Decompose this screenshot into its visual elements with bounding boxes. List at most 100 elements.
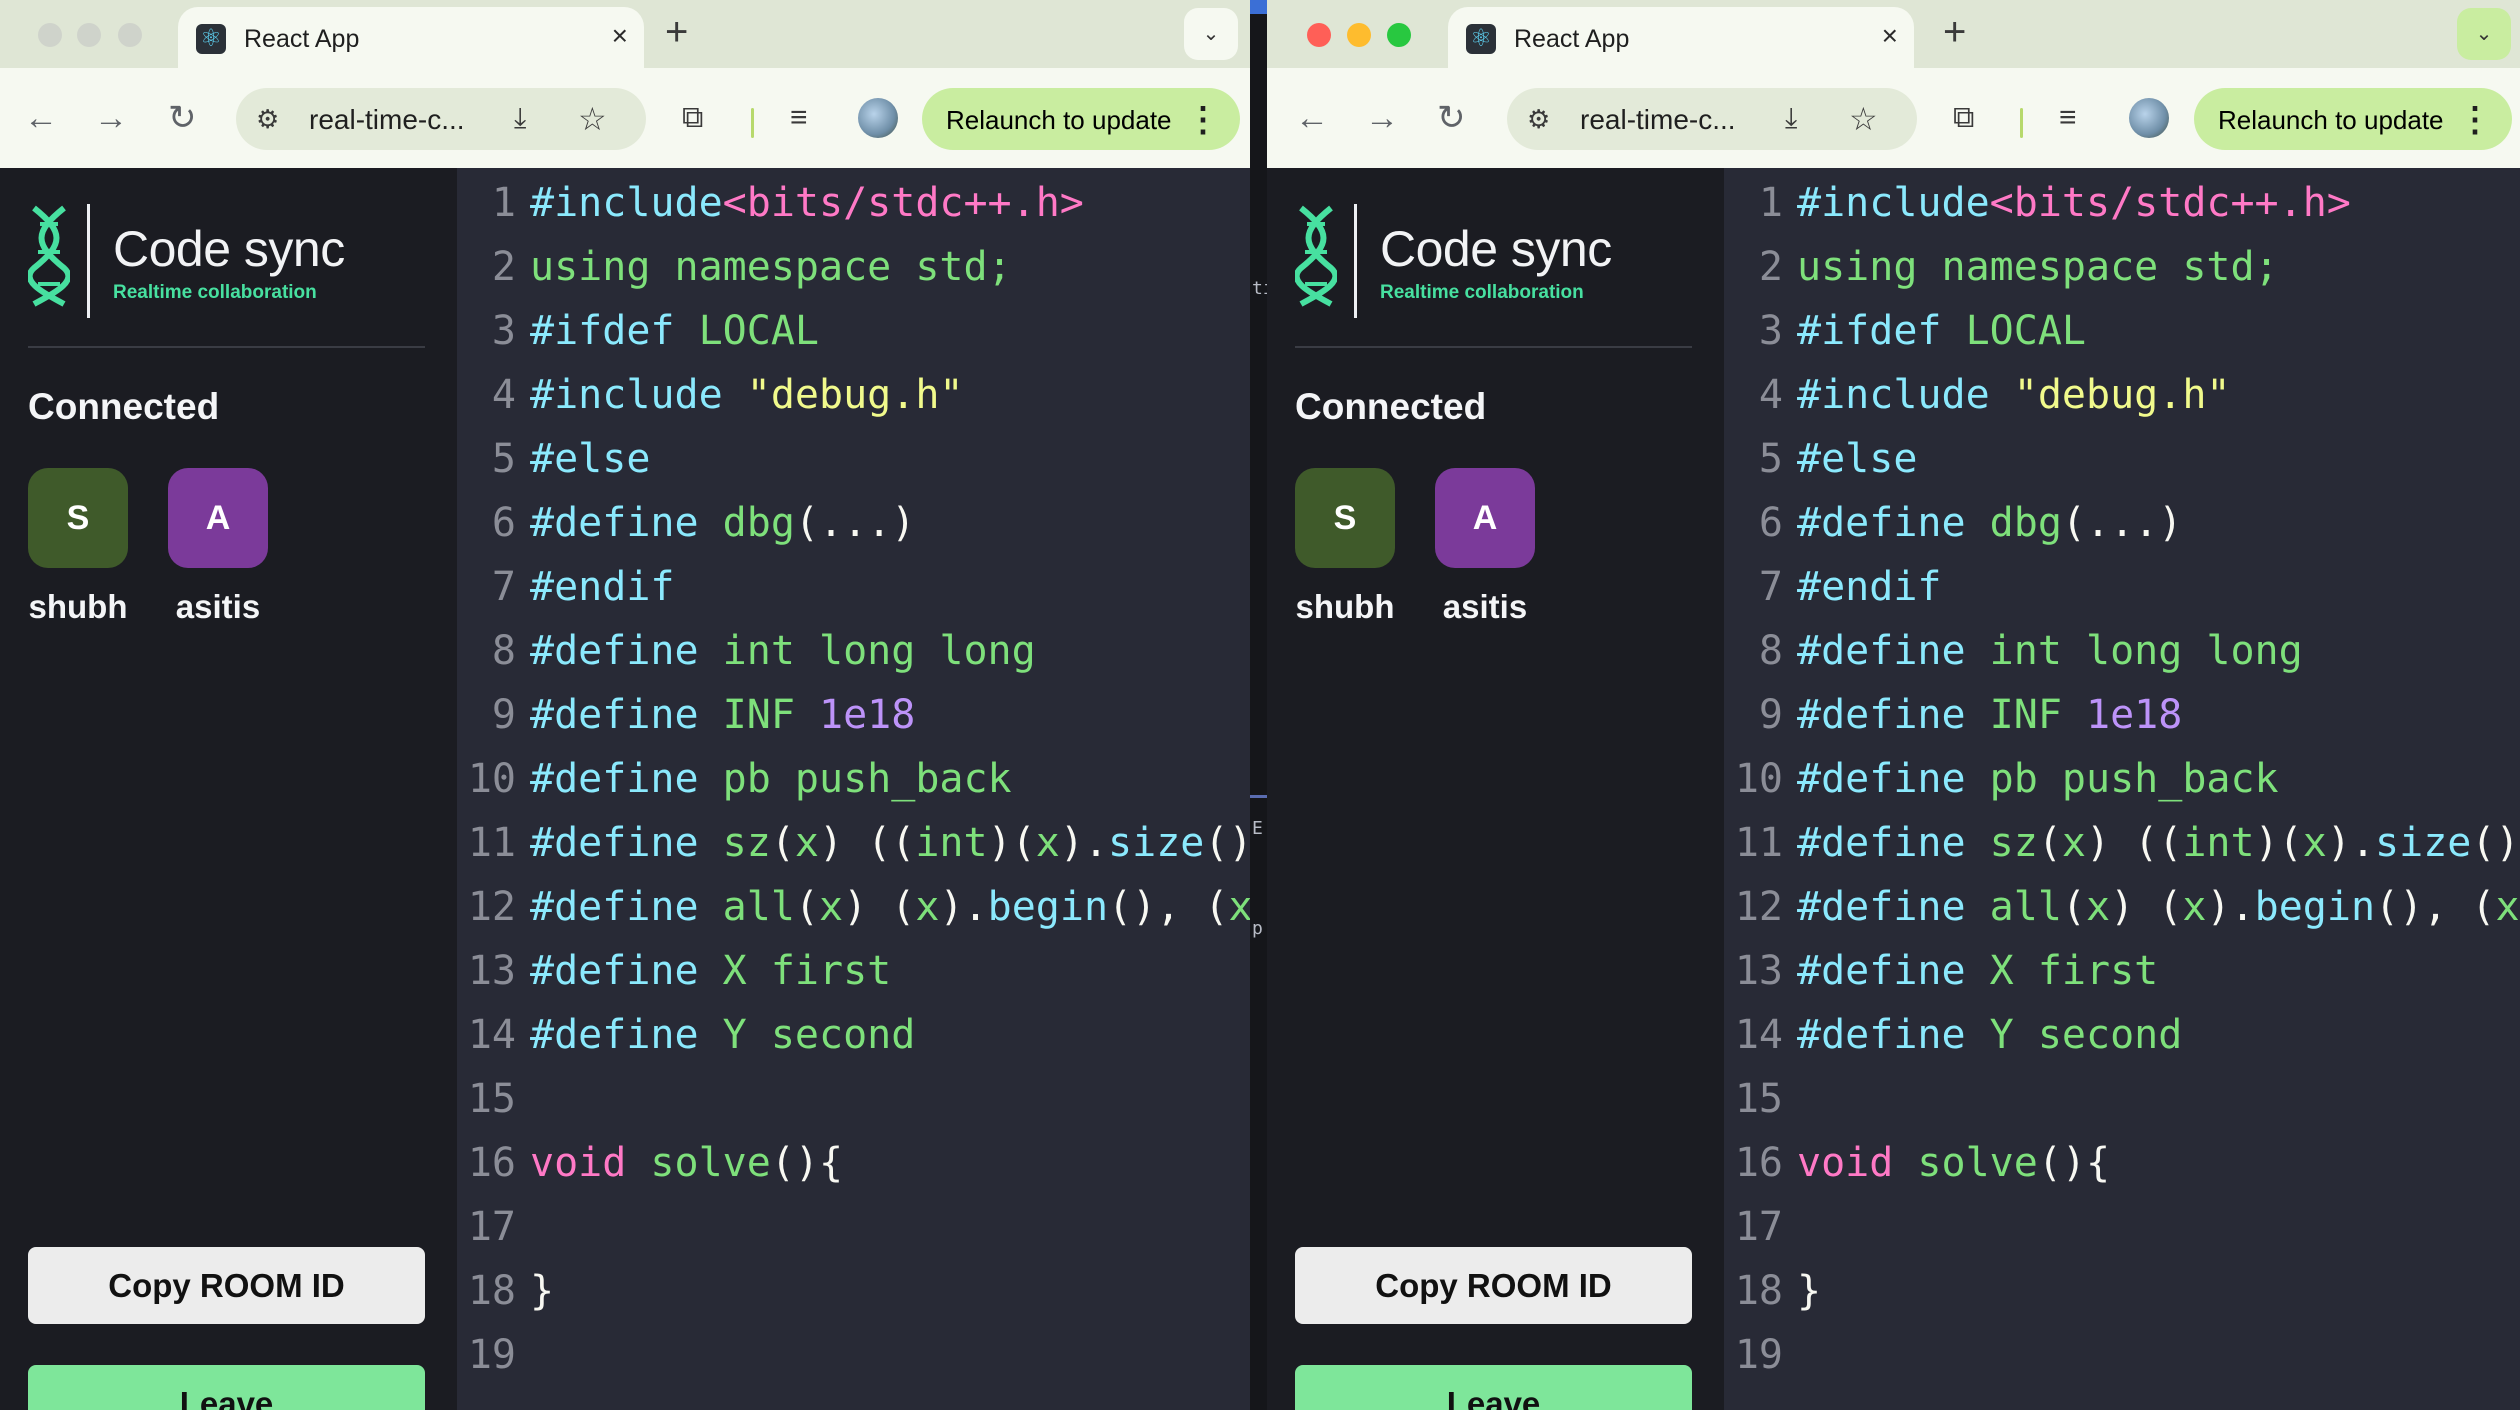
code-token: int: [915, 820, 988, 866]
sidebar: Code sync Realtime collaboration Connect…: [0, 168, 457, 1410]
code-token: ).: [2326, 820, 2376, 866]
relaunch-button[interactable]: Relaunch to update ⋮: [922, 88, 1240, 150]
site-settings-icon[interactable]: ⚙: [256, 104, 279, 135]
code-token: 1e18: [818, 692, 916, 738]
code-token: #define: [1797, 500, 1990, 546]
new-tab-icon[interactable]: +: [665, 10, 688, 55]
profile-avatar[interactable]: [858, 98, 898, 138]
close-window-icon[interactable]: [38, 23, 62, 47]
browser-window-right: ⚛ React App × + ⌄ ← → ↻ ⚙ real-time-c...…: [1267, 0, 2520, 1410]
more-menu-icon[interactable]: ⋮: [1186, 100, 1220, 140]
close-tab-icon[interactable]: ×: [1882, 20, 1898, 52]
line-number: 19: [467, 1332, 516, 1378]
line-number: 10: [1734, 756, 1783, 802]
leave-button[interactable]: Leave: [28, 1365, 425, 1410]
relaunch-button[interactable]: Relaunch to update ⋮: [2194, 88, 2512, 150]
install-app-icon[interactable]: ⤓: [514, 102, 526, 135]
code-token: x: [2495, 884, 2520, 930]
forward-icon[interactable]: →: [1365, 100, 1399, 136]
install-app-icon[interactable]: ⤓: [1785, 102, 1797, 135]
copy-room-id-button[interactable]: Copy ROOM ID: [28, 1247, 425, 1324]
code-text: #define INF 1e18: [530, 692, 915, 738]
line-number: 4: [491, 372, 516, 418]
line-number: 11: [1734, 820, 1783, 866]
address-bar[interactable]: ⚙ real-time-c... ⤓ ☆: [1507, 88, 1917, 150]
toolbar-divider: [2020, 108, 2023, 138]
code-token: begin: [2254, 884, 2376, 930]
tab-strip: ⚛ React App × + ⌄: [1267, 0, 2520, 68]
media-control-icon[interactable]: ≡: [790, 101, 808, 135]
extensions-icon[interactable]: ⧉: [1953, 101, 1974, 135]
code-text: }: [530, 1268, 554, 1314]
code-token: Y second: [722, 1012, 916, 1058]
minimize-window-icon[interactable]: [77, 23, 101, 47]
code-token: INF: [1989, 692, 2086, 738]
zoom-window-icon[interactable]: [118, 23, 142, 47]
app-logo: Code sync Realtime collaboration: [1295, 204, 1695, 324]
back-icon[interactable]: ←: [1295, 100, 1329, 136]
code-text: #ifdef LOCAL: [530, 308, 819, 354]
connected-heading: Connected: [1295, 386, 1487, 427]
code-token: #ifdef: [530, 308, 675, 354]
code-token: #define: [530, 820, 723, 866]
code-token: #include: [530, 180, 723, 226]
media-control-icon[interactable]: ≡: [2059, 101, 2077, 135]
code-token: ).: [1059, 820, 1109, 866]
copy-room-id-button[interactable]: Copy ROOM ID: [1295, 1247, 1692, 1324]
line-number: 8: [491, 628, 516, 674]
site-settings-icon[interactable]: ⚙: [1527, 104, 1550, 135]
code-token: sz: [722, 820, 771, 866]
code-token: solve: [650, 1140, 771, 1186]
code-token: #define: [1797, 884, 1990, 930]
more-menu-icon[interactable]: ⋮: [2458, 100, 2492, 140]
back-icon[interactable]: ←: [24, 100, 58, 136]
sidebar: Code sync Realtime collaboration Connect…: [1267, 168, 1724, 1410]
code-token: <bits/stdc++.h>: [722, 180, 1084, 226]
new-tab-icon[interactable]: +: [1943, 10, 1966, 55]
close-tab-icon[interactable]: ×: [612, 20, 628, 52]
code-editor[interactable]: 1 #include<bits/stdc++.h> 2 using namespace…: [1724, 168, 2520, 1410]
bookmark-star-icon[interactable]: ☆: [578, 100, 607, 138]
tab-react-app[interactable]: ⚛ React App ×: [1448, 7, 1914, 68]
app-tagline: Realtime collaboration: [1380, 282, 1584, 303]
code-token: ) ((: [819, 820, 916, 866]
code-text: #endif: [1797, 564, 1942, 610]
line-number: 7: [1758, 564, 1783, 610]
line-number: 8: [1758, 628, 1783, 674]
code-token: )(: [987, 820, 1036, 866]
client-shubh: S shubh: [18, 468, 138, 626]
reload-icon[interactable]: ↻: [168, 100, 197, 136]
minimize-window-icon[interactable]: [1347, 23, 1371, 47]
extensions-icon[interactable]: ⧉: [682, 101, 703, 135]
close-window-icon[interactable]: [1307, 23, 1331, 47]
code-token: ) (: [843, 884, 916, 930]
tab-react-app[interactable]: ⚛ React App ×: [178, 7, 644, 68]
code-token: "debug.h": [2013, 372, 2231, 418]
sidebar-divider: [1295, 346, 1692, 348]
address-bar[interactable]: ⚙ real-time-c... ⤓ ☆: [236, 88, 646, 150]
leave-button[interactable]: Leave: [1295, 1365, 1692, 1410]
line-number: 15: [1734, 1076, 1783, 1122]
code-token: #define: [1797, 948, 1990, 994]
code-text: #define int long long: [1797, 628, 2303, 674]
line-number: 17: [467, 1204, 516, 1250]
code-editor[interactable]: 1 #include<bits/stdc++.h> 2 using namespace…: [457, 168, 1250, 1410]
code-token: 1e18: [2085, 692, 2183, 738]
profile-avatar[interactable]: [2129, 98, 2169, 138]
avatar: S: [1295, 468, 1395, 568]
tab-search-icon[interactable]: ⌄: [2457, 8, 2511, 60]
code-token: begin: [987, 884, 1109, 930]
bookmark-star-icon[interactable]: ☆: [1849, 100, 1878, 138]
background-window-edge: [1250, 0, 1267, 14]
code-token: sz: [1989, 820, 2038, 866]
forward-icon[interactable]: →: [94, 100, 128, 136]
reload-icon[interactable]: ↻: [1437, 100, 1466, 136]
code-token: x: [819, 884, 844, 930]
code-token: #define: [530, 884, 723, 930]
zoom-window-icon[interactable]: [1387, 23, 1411, 47]
background-fragment: p: [1252, 918, 1263, 939]
tab-search-icon[interactable]: ⌄: [1184, 8, 1238, 60]
code-text: #endif: [530, 564, 675, 610]
line-number: 2: [1758, 244, 1783, 290]
code-token: #define: [1797, 820, 1990, 866]
